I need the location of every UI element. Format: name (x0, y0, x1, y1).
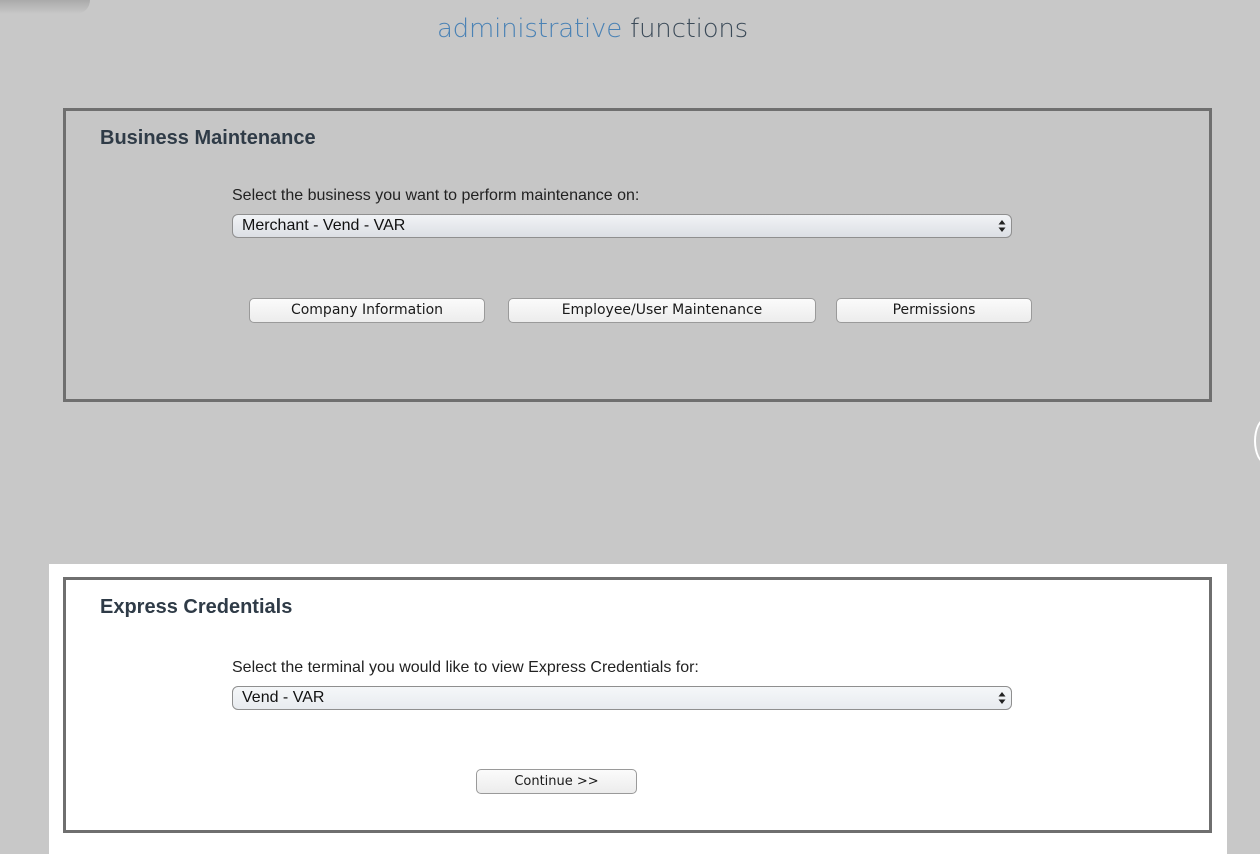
permissions-button[interactable]: Permissions (836, 298, 1032, 323)
up-down-arrows-icon (998, 692, 1006, 704)
edge-scroll-indicator (1254, 418, 1260, 464)
company-information-button[interactable]: Company Information (249, 298, 485, 323)
employee-user-maintenance-button[interactable]: Employee/User Maintenance (508, 298, 816, 323)
continue-button[interactable]: Continue >> (476, 769, 637, 794)
up-down-arrows-icon (998, 220, 1006, 232)
terminal-select[interactable]: Vend - VAR (232, 686, 1012, 710)
page-title-primary: administrative (436, 14, 622, 44)
terminal-select-value: Vend - VAR (242, 689, 325, 706)
business-maintenance-heading: Business Maintenance (100, 127, 316, 149)
business-select[interactable]: Merchant - Vend - VAR (232, 214, 1012, 238)
page-title: administrative functions (0, 14, 1185, 44)
business-select-value: Merchant - Vend - VAR (242, 217, 406, 234)
business-maintenance-panel: Business Maintenance Select the business… (63, 108, 1212, 402)
express-credentials-heading: Express Credentials (100, 596, 293, 618)
corner-shadow (0, 0, 90, 14)
express-credentials-panel: Express Credentials Select the terminal … (63, 577, 1212, 833)
business-select-prompt: Select the business you want to perform … (232, 187, 640, 204)
terminal-select-prompt: Select the terminal you would like to vi… (232, 659, 699, 676)
page-title-secondary: functions (630, 14, 749, 44)
